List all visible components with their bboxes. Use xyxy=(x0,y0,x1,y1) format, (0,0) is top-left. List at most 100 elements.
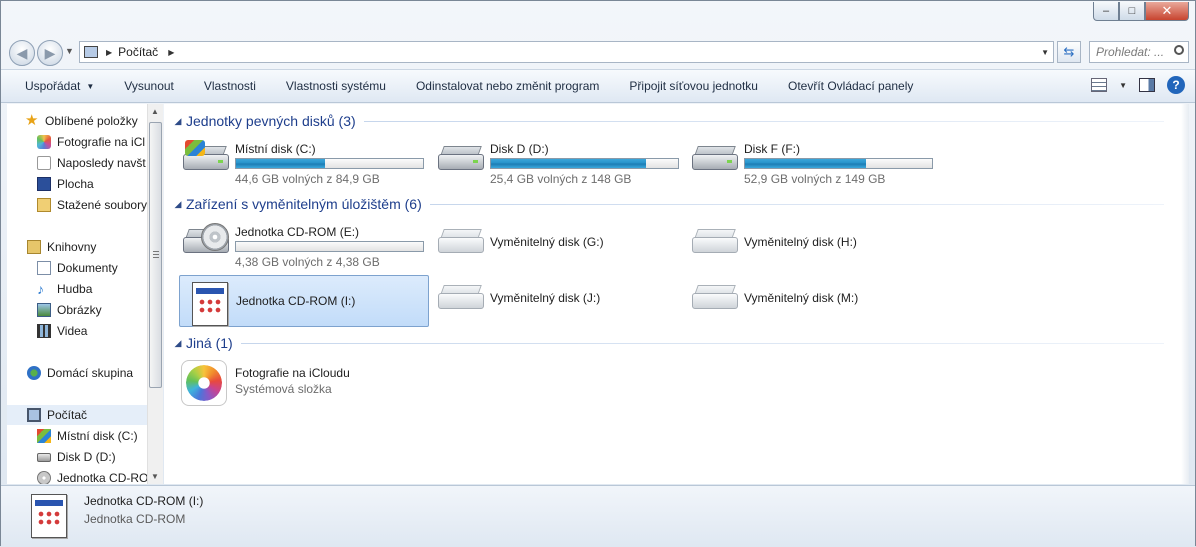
usage-bar xyxy=(490,158,679,169)
nav-favorites-label: Oblíbené položky xyxy=(45,114,138,128)
nav-libraries[interactable]: Knihovny xyxy=(27,237,96,257)
forward-button[interactable]: ▶ xyxy=(37,40,63,66)
collapse-chevron-icon[interactable]: ◢ xyxy=(170,199,186,210)
drive-tile-i[interactable]: Jednotka CD-ROM (I:) xyxy=(179,275,429,327)
removable-drive-icon xyxy=(438,279,484,319)
properties-button[interactable]: Vlastnosti xyxy=(189,70,271,102)
scroll-up-icon[interactable]: ▲ xyxy=(151,107,159,116)
group-divider xyxy=(363,120,1164,122)
drive-name: Vyměnitelný disk (G:) xyxy=(490,235,604,249)
cd-drive-icon xyxy=(37,471,51,484)
search-input[interactable]: Prohledat: ... xyxy=(1089,41,1189,63)
refresh-button[interactable]: ⇆ xyxy=(1057,41,1081,63)
drive-name: Vyměnitelný disk (H:) xyxy=(744,235,857,249)
collapse-chevron-icon[interactable]: ◢ xyxy=(170,116,186,127)
organize-button[interactable]: Uspořádat ▼ xyxy=(1,70,109,102)
chevron-down-icon: ▼ xyxy=(86,81,95,91)
search-icon[interactable] xyxy=(1174,45,1184,55)
usage-fill xyxy=(491,159,647,168)
nav-item-label: Plocha xyxy=(57,177,94,191)
nav-item-icloud-photos[interactable]: Fotografie na iCl xyxy=(37,132,145,152)
drive-tile-d[interactable]: Disk D (D:) 25,4 GB volných z 148 GB xyxy=(434,134,684,186)
back-button[interactable]: ◀ xyxy=(9,40,35,66)
scroll-thumb[interactable] xyxy=(149,122,162,388)
homegroup-icon xyxy=(27,366,41,380)
drive-name: Jednotka CD-ROM (E:) xyxy=(235,225,360,239)
nav-libraries-label: Knihovny xyxy=(47,240,97,254)
nav-item-recent[interactable]: Naposledy navšt xyxy=(37,153,146,173)
cd-drive-icon xyxy=(183,223,229,263)
library-icon xyxy=(27,240,41,254)
preview-pane-icon[interactable] xyxy=(1139,78,1155,92)
close-button[interactable]: ✕ xyxy=(1145,2,1189,21)
drive-tile-j[interactable]: Vyměnitelný disk (J:) xyxy=(434,273,684,325)
icloud-photos-icon xyxy=(181,360,227,406)
drive-free-space: 25,4 GB volných z 148 GB xyxy=(490,172,632,186)
drive-tile-e[interactable]: Jednotka CD-ROM (E:) 4,38 GB volných z 4… xyxy=(179,217,429,269)
group-divider xyxy=(240,342,1164,344)
breadcrumb-computer[interactable]: Počítač xyxy=(118,45,158,59)
system-properties-button[interactable]: Vlastnosti systému xyxy=(271,70,401,102)
open-control-panel-button[interactable]: Otevřít Ovládací panely xyxy=(773,70,928,102)
eject-button[interactable]: Vysunout xyxy=(109,70,189,102)
hard-drive-icon xyxy=(438,140,484,180)
usage-fill xyxy=(745,159,866,168)
help-icon[interactable]: ? xyxy=(1167,76,1185,94)
map-network-drive-button[interactable]: Připojit síťovou jednotku xyxy=(614,70,773,102)
nav-item-cdrom[interactable]: Jednotka CD-RO xyxy=(37,468,148,484)
view-options-dropdown[interactable]: ▼ xyxy=(1119,81,1127,90)
documents-icon xyxy=(37,261,51,275)
content-pane: ◢ Jednotky pevných disků (3) Místní disk… xyxy=(164,104,1189,484)
nav-favorites[interactable]: ★ Oblíbené položky xyxy=(25,111,138,131)
nav-item-pictures[interactable]: Obrázky xyxy=(37,300,102,320)
uninstall-program-button[interactable]: Odinstalovat nebo změnit program xyxy=(401,70,614,102)
breadcrumb-arrow-icon[interactable]: ▶ xyxy=(168,48,174,57)
hard-drive-icon xyxy=(692,140,738,180)
nav-item-label: Dokumenty xyxy=(57,261,118,275)
maximize-button[interactable]: □ xyxy=(1119,2,1145,21)
nav-item-disk-c[interactable]: Místní disk (C:) xyxy=(37,426,138,446)
nav-item-desktop[interactable]: Plocha xyxy=(37,174,94,194)
removable-drive-icon xyxy=(692,279,738,319)
drive-tile-h[interactable]: Vyměnitelný disk (H:) xyxy=(688,217,938,269)
drive-tile-m[interactable]: Vyměnitelný disk (M:) xyxy=(688,273,938,325)
nav-item-videos[interactable]: Videa xyxy=(37,321,87,341)
address-dropdown-icon[interactable]: ▼ xyxy=(1041,48,1049,57)
nav-item-label: Naposledy navšt xyxy=(57,156,146,170)
collapse-chevron-icon[interactable]: ◢ xyxy=(170,338,186,349)
drive-tile-c[interactable]: Místní disk (C:) 44,6 GB volných z 84,9 … xyxy=(179,134,429,186)
title-bar: – □ ✕ xyxy=(1,1,1195,33)
nav-item-label: Videa xyxy=(57,324,88,338)
breadcrumb-arrow-icon[interactable]: ▶ xyxy=(106,48,112,57)
group-hard-drives[interactable]: ◢ Jednotky pevných disků (3) xyxy=(164,110,1174,132)
nav-item-disk-d[interactable]: Disk D (D:) xyxy=(37,447,116,467)
nav-homegroup[interactable]: Domácí skupina xyxy=(27,363,133,383)
drive-name: Vyměnitelný disk (M:) xyxy=(744,291,859,305)
group-removable[interactable]: ◢ Zařízení s vyměnitelným úložištěm (6) xyxy=(164,193,1174,215)
usage-bar xyxy=(235,241,424,252)
change-view-icon[interactable] xyxy=(1091,78,1108,92)
nav-item-documents[interactable]: Dokumenty xyxy=(37,258,118,278)
drive-tile-g[interactable]: Vyměnitelný disk (G:) xyxy=(434,217,684,269)
windows-drive-icon xyxy=(183,140,229,180)
group-other[interactable]: ◢ Jiná (1) xyxy=(164,332,1174,354)
minimize-button[interactable]: – xyxy=(1093,2,1119,21)
nav-computer[interactable]: Počítač xyxy=(7,405,147,425)
group-title: Jiná (1) xyxy=(186,335,233,351)
usage-fill xyxy=(236,159,325,168)
drive-name: Disk D (D:) xyxy=(490,142,549,156)
nav-item-music[interactable]: ♪ Hudba xyxy=(37,279,92,299)
nav-item-downloads[interactable]: Stažené soubory xyxy=(37,195,147,215)
downloads-folder-icon xyxy=(37,198,51,212)
autorun-app-icon xyxy=(27,494,69,540)
recent-pages-dropdown[interactable]: ▼ xyxy=(65,46,74,56)
organize-label: Uspořádat xyxy=(25,79,81,93)
refresh-icon: ⇆ xyxy=(1063,44,1075,59)
content-edge xyxy=(1181,104,1189,484)
nav-scrollbar[interactable]: ▲ ▼ xyxy=(147,104,163,484)
icloud-photos-tile[interactable]: Fotografie na iCloudu Systémová složka xyxy=(179,358,429,410)
usage-bar xyxy=(744,158,933,169)
drive-tile-f[interactable]: Disk F (F:) 52,9 GB volných z 149 GB xyxy=(688,134,938,186)
address-bar[interactable]: ▶ Počítač ▶ ▼ xyxy=(79,41,1054,63)
scroll-down-icon[interactable]: ▼ xyxy=(151,472,159,481)
